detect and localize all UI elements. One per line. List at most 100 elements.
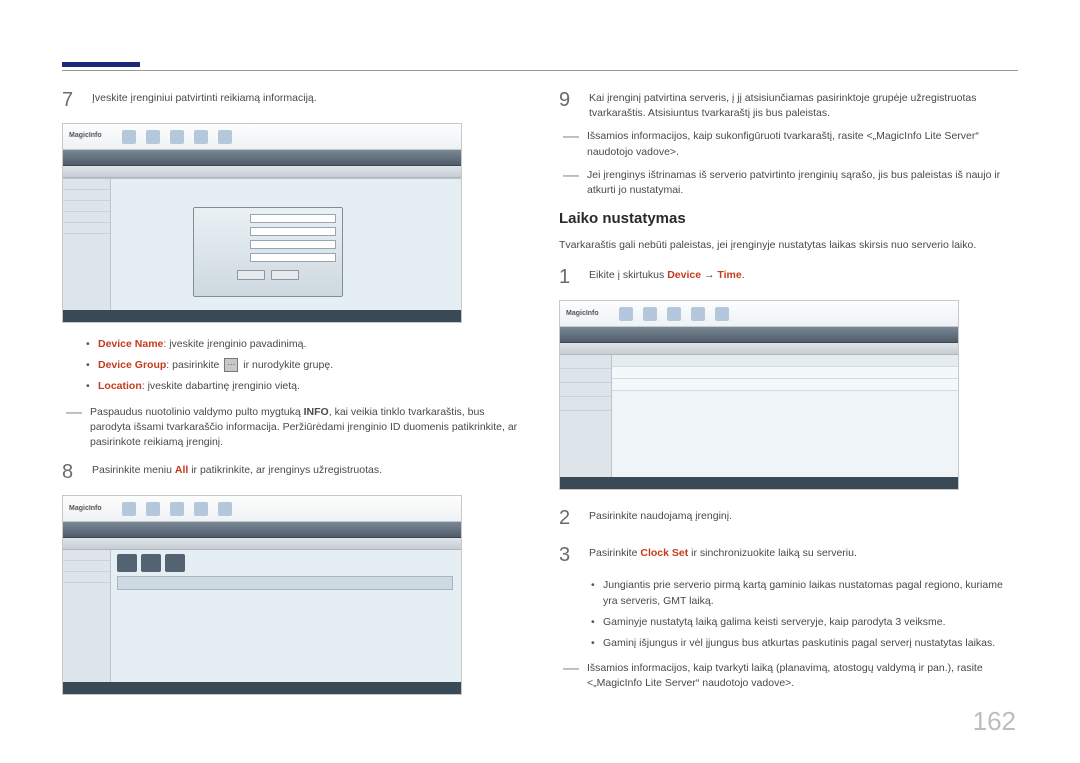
note-text: Išsamios informacijos, kaip sukonfigūruo… <box>587 129 1018 159</box>
intro-para: Tvarkaraštis gali nebūti paleistas, jei … <box>559 238 1018 253</box>
step-number: 2 <box>559 504 577 533</box>
note-info: ― Paspaudus nuotolinio valdymo pulto myg… <box>66 405 521 451</box>
table-row <box>612 379 958 391</box>
table-row <box>612 367 958 379</box>
note-text: Jei įrenginys ištrinamas iš serverio pat… <box>587 168 1018 198</box>
app-logo: MagicInfo <box>69 131 102 141</box>
approve-dialog <box>193 207 343 297</box>
header-icons <box>122 502 232 516</box>
step-text: Pasirinkite meniu All ir patikrinkite, a… <box>92 458 521 478</box>
step-number: 8 <box>62 458 80 487</box>
screenshot-time: MagicInfo <box>559 300 959 490</box>
ellipsis-button-icon: ⋯ <box>224 358 238 372</box>
dash-icon: ― <box>563 168 579 184</box>
shot-toolbar <box>63 522 461 538</box>
step-3: 3 Pasirinkite Clock Set ir sinchronizuok… <box>559 541 1018 570</box>
section-heading: Laiko nustatymas <box>559 208 1018 230</box>
hdr-icon <box>194 502 208 516</box>
header-icons <box>122 130 232 144</box>
screenshot-all-list: MagicInfo <box>62 495 462 695</box>
hdr-icon <box>667 307 681 321</box>
hdr-icon <box>170 502 184 516</box>
s1-pre: Eikite į skirtukus <box>589 269 667 281</box>
dash-icon: ― <box>563 129 579 145</box>
left-column: 7 Įveskite įrenginiui patvirtinti reikia… <box>62 86 521 709</box>
shot-footer <box>560 477 958 489</box>
step-text: Kai įrenginį patvirtina serveris, į jį a… <box>589 86 1018 121</box>
shot-subtoolbar <box>63 166 461 178</box>
dlg-input <box>250 214 336 223</box>
step-text: Eikite į skirtukus Device → Time. <box>589 263 1018 283</box>
hdr-icon <box>146 130 160 144</box>
page-content: 7 Įveskite įrenginiui patvirtinti reikia… <box>0 0 1080 739</box>
step-text: Pasirinkite naudojamą įrenginį. <box>589 504 1018 524</box>
note-text: Išsamios informacijos, kaip tvarkyti lai… <box>587 661 1018 691</box>
time-bullet: Gaminį išjungus ir vėl įjungus bus atkur… <box>591 636 1018 651</box>
step-7: 7 Įveskite įrenginiui patvirtinti reikia… <box>62 86 521 115</box>
step-1: 1 Eikite į skirtukus Device → Time. <box>559 263 1018 292</box>
dash-icon: ― <box>66 405 82 421</box>
step-number: 3 <box>559 541 577 570</box>
dash-icon: ― <box>563 661 579 677</box>
time-bullets: Jungiantis prie serverio pirmą kartą gam… <box>591 578 1018 651</box>
hdr-icon <box>122 502 136 516</box>
hdr-icon <box>218 130 232 144</box>
header-accent <box>62 62 140 67</box>
shot-subtoolbar <box>63 538 461 550</box>
hdr-icon <box>218 502 232 516</box>
bullet-device-group: Device Group: pasirinkite ⋯ ir nurodykit… <box>86 358 521 373</box>
dlg-ok-button <box>237 270 265 280</box>
step-9: 9 Kai įrenginį patvirtina serveris, į jį… <box>559 86 1018 121</box>
right-column: 9 Kai įrenginį patvirtina serveris, į jį… <box>559 86 1018 709</box>
shot-footer <box>63 310 461 322</box>
s1-arrow: → <box>701 269 717 281</box>
note-guide-1: ― Išsamios informacijos, kaip sukonfigūr… <box>563 129 1018 159</box>
dlg-input <box>250 253 336 262</box>
shot-subtoolbar <box>560 343 958 355</box>
app-logo: MagicInfo <box>566 309 599 319</box>
note-text: Paspaudus nuotolinio valdymo pulto mygtu… <box>90 405 521 451</box>
s3-pre: Pasirinkite <box>589 547 640 559</box>
header-rule <box>62 70 1018 71</box>
app-logo: MagicInfo <box>69 504 102 514</box>
table-header-row <box>612 355 958 367</box>
field-bullets: Device Name: įveskite įrenginio pavadini… <box>86 337 521 395</box>
note-guide-2: ― Išsamios informacijos, kaip tvarkyti l… <box>563 661 1018 691</box>
s1-post: . <box>742 269 745 281</box>
shot-footer <box>63 682 461 694</box>
bullet-device-name: Device Name: įveskite įrenginio pavadini… <box>86 337 521 352</box>
s1-b: Time <box>717 269 741 281</box>
shot-sidebar <box>63 179 111 310</box>
shot-toolbar <box>560 327 958 343</box>
header-icons <box>619 307 729 321</box>
s8-pre: Pasirinkite meniu <box>92 464 175 476</box>
chip-icon <box>117 554 137 572</box>
s8-post: ir patikrinkite, ar įrenginys užregistru… <box>188 464 382 476</box>
s8-link: All <box>175 464 188 476</box>
time-bullet: Gaminyje nustatytą laiką galima keisti s… <box>591 615 1018 630</box>
bullet-label: Device Name <box>98 338 163 350</box>
bullet-rest: : įveskite dabartinę įrenginio vietą. <box>142 380 300 392</box>
shot-sidebar <box>560 355 612 477</box>
step-text: Pasirinkite Clock Set ir sinchronizuokit… <box>589 541 1018 561</box>
hdr-icon <box>643 307 657 321</box>
bullet-label: Device Group <box>98 359 166 371</box>
step-number: 9 <box>559 86 577 115</box>
bullet-label: Location <box>98 380 142 392</box>
bullet-location: Location: įveskite dabartinę įrenginio v… <box>86 379 521 394</box>
screenshot-approve-device: MagicInfo <box>62 123 462 323</box>
hdr-icon <box>715 307 729 321</box>
shot-toolbar <box>63 150 461 166</box>
s1-a: Device <box>667 269 701 281</box>
dlg-cancel-button <box>271 270 299 280</box>
step-2: 2 Pasirinkite naudojamą įrenginį. <box>559 504 1018 533</box>
device-row <box>117 576 453 590</box>
hdr-icon <box>170 130 184 144</box>
hdr-icon <box>146 502 160 516</box>
bullet-rest-pre: : pasirinkite <box>166 359 222 371</box>
hdr-icon <box>122 130 136 144</box>
step-text: Įveskite įrenginiui patvirtinti reikiamą… <box>92 86 521 106</box>
time-bullet: Jungiantis prie serverio pirmą kartą gam… <box>591 578 1018 608</box>
dlg-input <box>250 240 336 249</box>
hdr-icon <box>691 307 705 321</box>
